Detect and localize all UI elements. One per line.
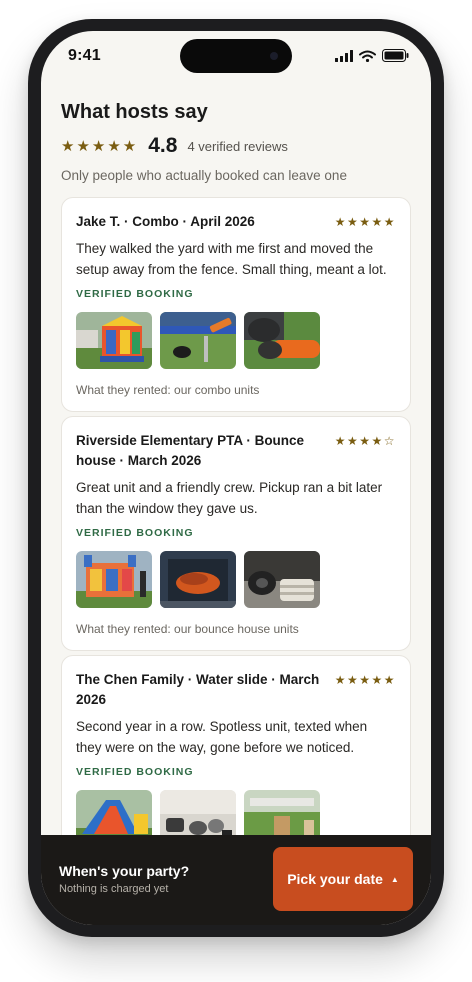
combo-bounce-house-photo[interactable]	[76, 312, 152, 369]
average-rating: 4.8	[148, 134, 178, 157]
blowers-garage-photo[interactable]	[160, 790, 236, 835]
bounce-house-photo[interactable]	[76, 551, 152, 608]
booking-bar: When's your party? Nothing is charged ye…	[41, 835, 431, 925]
water-slide-photo[interactable]	[76, 790, 152, 835]
review-card: The Chen Family · Water slide · March 20…	[61, 655, 411, 835]
section-title: What hosts say	[61, 101, 208, 123]
review-stars: ★★★★☆	[334, 434, 396, 448]
verified-badge: VERIFIED BOOKING	[76, 288, 194, 300]
review-text: Second year in a row. Spotless unit, tex…	[76, 719, 368, 755]
pick-date-button[interactable]: Pick your date ▲	[273, 847, 413, 911]
app-screen: What hosts say ★★★★★ 4.8 4 verified revi…	[41, 31, 431, 925]
review-title: The Chen Family · Water slide · March 20…	[76, 672, 320, 707]
status-bar: 9:41	[41, 31, 431, 85]
rolled-unit-photo[interactable]	[244, 551, 320, 608]
review-card: Jake T. · Combo · April 2026 ★★★★★ They …	[61, 197, 411, 412]
review-title: Riverside Elementary PTA · Bounce house …	[76, 433, 305, 468]
rented-note: What they rented: our bounce house units	[76, 622, 299, 636]
battery-icon	[382, 49, 409, 62]
yard-setup-photo[interactable]	[244, 790, 320, 835]
review-count: 4 verified reviews	[187, 138, 288, 154]
stake-hammer-photo[interactable]	[160, 312, 236, 369]
verified-badge: VERIFIED BOOKING	[76, 766, 194, 778]
signal-icon	[335, 49, 353, 62]
charge-note: Nothing is charged yet	[59, 883, 169, 895]
verified-badge: VERIFIED BOOKING	[76, 527, 194, 539]
dynamic-island	[180, 39, 292, 73]
review-stars: ★★★★★	[334, 673, 396, 687]
reviews-note: Only people who actually booked can leav…	[61, 168, 347, 183]
caret-up-icon: ▲	[390, 874, 399, 884]
review-stars: ★★★★★	[334, 215, 396, 229]
pick-date-label: Pick your date	[287, 871, 383, 887]
worker-gloves-photo[interactable]	[244, 312, 320, 369]
review-card: Riverside Elementary PTA · Bounce house …	[61, 416, 411, 651]
review-photos	[76, 312, 396, 369]
review-text: Great unit and a friendly crew. Pickup r…	[76, 480, 383, 516]
status-icons	[335, 49, 409, 62]
van-cargo-photo[interactable]	[160, 551, 236, 608]
wifi-icon	[359, 50, 376, 62]
rating-summary: ★★★★★ 4.8 4 verified reviews	[61, 134, 288, 158]
status-time: 9:41	[68, 47, 101, 64]
review-text: They walked the yard with me first and m…	[76, 241, 387, 277]
summary-stars: ★★★★★	[61, 138, 139, 155]
scroll-content[interactable]: What hosts say ★★★★★ 4.8 4 verified revi…	[41, 31, 431, 835]
rented-note: What they rented: our combo units	[76, 383, 260, 397]
review-photos	[76, 551, 396, 608]
review-title: Jake T. · Combo · April 2026	[76, 214, 255, 229]
party-question: When's your party?	[59, 863, 190, 879]
review-photos	[76, 790, 396, 835]
